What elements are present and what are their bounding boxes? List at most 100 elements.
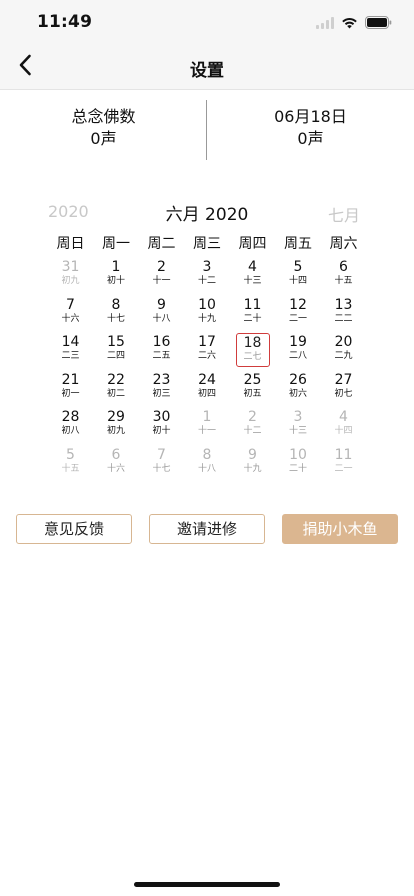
calendar-day[interactable]: 4 十四 — [327, 408, 361, 442]
feedback-button[interactable]: 意见反馈 — [16, 514, 132, 544]
calendar-day[interactable]: 21 初一 — [54, 371, 88, 405]
calendar-day[interactable]: 2 十二 — [236, 408, 270, 442]
wifi-icon — [341, 14, 358, 33]
calendar-day[interactable]: 23 初三 — [145, 371, 179, 405]
day-number: 7 — [157, 446, 166, 463]
daily-count-value: 0声 — [297, 129, 324, 148]
day-number: 3 — [293, 409, 303, 425]
lunar-date: 十八 — [197, 463, 216, 474]
calendar-day[interactable]: 6 十六 — [99, 446, 133, 480]
donate-button[interactable]: 捐助小木鱼 — [282, 514, 398, 544]
calendar-day[interactable]: 5 十四 — [281, 258, 315, 292]
day-number: 4 — [248, 259, 257, 275]
lunar-date: 初十 — [106, 276, 125, 286]
calendar-day[interactable]: 28 初八 — [54, 408, 88, 442]
lunar-date: 十一 — [197, 426, 216, 436]
weekday-row: 周日 周一 周二 周三 周四 周五 周六 — [48, 233, 366, 253]
calendar-day[interactable]: 29 初九 — [99, 408, 133, 442]
calendar-day[interactable]: 10 十九 — [190, 296, 224, 330]
lunar-date: 十九 — [197, 313, 216, 324]
calendar-day[interactable]: 8 十七 — [99, 296, 133, 330]
calendar-day[interactable]: 30 初十 — [145, 408, 179, 442]
navigation-bar: 设置 — [0, 44, 414, 90]
day-number: 17 — [198, 334, 216, 350]
calendar-day[interactable]: 22 初二 — [99, 371, 133, 405]
invite-button[interactable]: 邀请进修 — [149, 514, 265, 544]
day-number: 1 — [111, 259, 121, 275]
home-indicator — [134, 882, 280, 887]
weekday-label: 周五 — [284, 236, 312, 252]
lunar-date: 初十 — [152, 426, 171, 436]
calendar-day[interactable]: 6 十五 — [327, 258, 361, 292]
day-number: 3 — [202, 259, 212, 275]
cellular-signal-icon — [316, 14, 334, 33]
calendar-day[interactable]: 14 二三 — [54, 333, 88, 367]
lunar-date: 初五 — [243, 388, 262, 399]
day-number: 11 — [334, 446, 353, 463]
calendar-day[interactable]: 7 十六 — [54, 296, 88, 330]
weekday-label: 周四 — [238, 236, 267, 252]
total-count-stat: 总念佛数 0声 — [0, 106, 207, 150]
calendar-day[interactable]: 7 十七 — [145, 446, 179, 480]
calendar-day[interactable]: 8 十八 — [190, 446, 224, 480]
calendar-day[interactable]: 16 二五 — [145, 333, 179, 367]
status-time: 11:49 — [37, 12, 93, 32]
calendar-day[interactable]: 10 二十 — [281, 446, 315, 480]
day-number: 6 — [339, 259, 348, 275]
page-title: 设置 — [190, 61, 224, 81]
lunar-date: 初二 — [106, 388, 125, 399]
calendar-day[interactable]: 1 初十 — [99, 258, 133, 292]
calendar-day[interactable]: 26 初六 — [281, 371, 315, 405]
calendar-day[interactable]: 4 十三 — [236, 258, 270, 292]
status-icons — [316, 14, 392, 33]
calendar-day[interactable]: 5 十五 — [54, 446, 88, 480]
calendar-day[interactable]: 12 二一 — [281, 296, 315, 330]
lunar-date: 十一 — [152, 276, 171, 286]
calendar-day[interactable]: 13 二二 — [327, 296, 361, 330]
weekday-label: 周一 — [102, 236, 130, 252]
lunar-date: 初四 — [197, 388, 216, 399]
day-number: 15 — [107, 334, 125, 350]
day-number: 8 — [111, 296, 121, 313]
lunar-date: 十六 — [61, 313, 80, 324]
calendar-day[interactable]: 24 初四 — [190, 371, 224, 405]
lunar-date: 初九 — [61, 276, 80, 286]
day-number: 6 — [111, 446, 121, 463]
lunar-date: 十四 — [288, 276, 307, 286]
next-month-button[interactable]: 七月 — [328, 202, 360, 226]
lunar-date: 十七 — [152, 463, 171, 474]
calendar-day[interactable]: 2 十一 — [145, 258, 179, 292]
lunar-date: 十五 — [61, 463, 80, 474]
day-number: 25 — [243, 371, 262, 388]
calendar-day[interactable]: 31 初九 — [54, 258, 88, 292]
lunar-date: 二四 — [106, 351, 125, 361]
day-number: 28 — [61, 409, 80, 425]
calendar-day[interactable]: 1 十一 — [190, 408, 224, 442]
lunar-date: 初八 — [61, 426, 80, 436]
calendar-day[interactable]: 9 十八 — [145, 296, 179, 330]
day-number: 9 — [157, 296, 166, 313]
day-number: 4 — [339, 409, 348, 425]
calendar-day[interactable]: 11 二十 — [236, 296, 270, 330]
calendar-day[interactable]: 3 十二 — [190, 258, 224, 292]
calendar-day[interactable]: 19 二八 — [281, 333, 315, 367]
day-number: 31 — [61, 259, 80, 275]
calendar-day[interactable]: 20 二九 — [327, 333, 361, 367]
calendar-day[interactable]: 9 十九 — [236, 446, 270, 480]
calendar-day-selected[interactable]: 18 二七 — [235, 333, 270, 367]
weekday-label: 周六 — [329, 236, 358, 252]
calendar-day[interactable]: 11 二一 — [327, 446, 361, 480]
calendar-day[interactable]: 3 十三 — [281, 408, 315, 442]
lunar-date: 十二 — [197, 276, 216, 286]
day-number: 29 — [107, 409, 125, 425]
lunar-date: 十八 — [152, 313, 171, 324]
calendar-day[interactable]: 15 二四 — [99, 333, 133, 367]
calendar-day[interactable]: 17 二六 — [190, 333, 224, 367]
lunar-date: 二一 — [288, 313, 307, 324]
lunar-date: 十九 — [243, 463, 262, 474]
lunar-date: 二七 — [243, 352, 262, 362]
day-number: 23 — [152, 371, 171, 388]
lunar-date: 十七 — [106, 313, 125, 324]
calendar-day[interactable]: 25 初五 — [236, 371, 270, 405]
calendar-day[interactable]: 27 初七 — [327, 371, 361, 405]
